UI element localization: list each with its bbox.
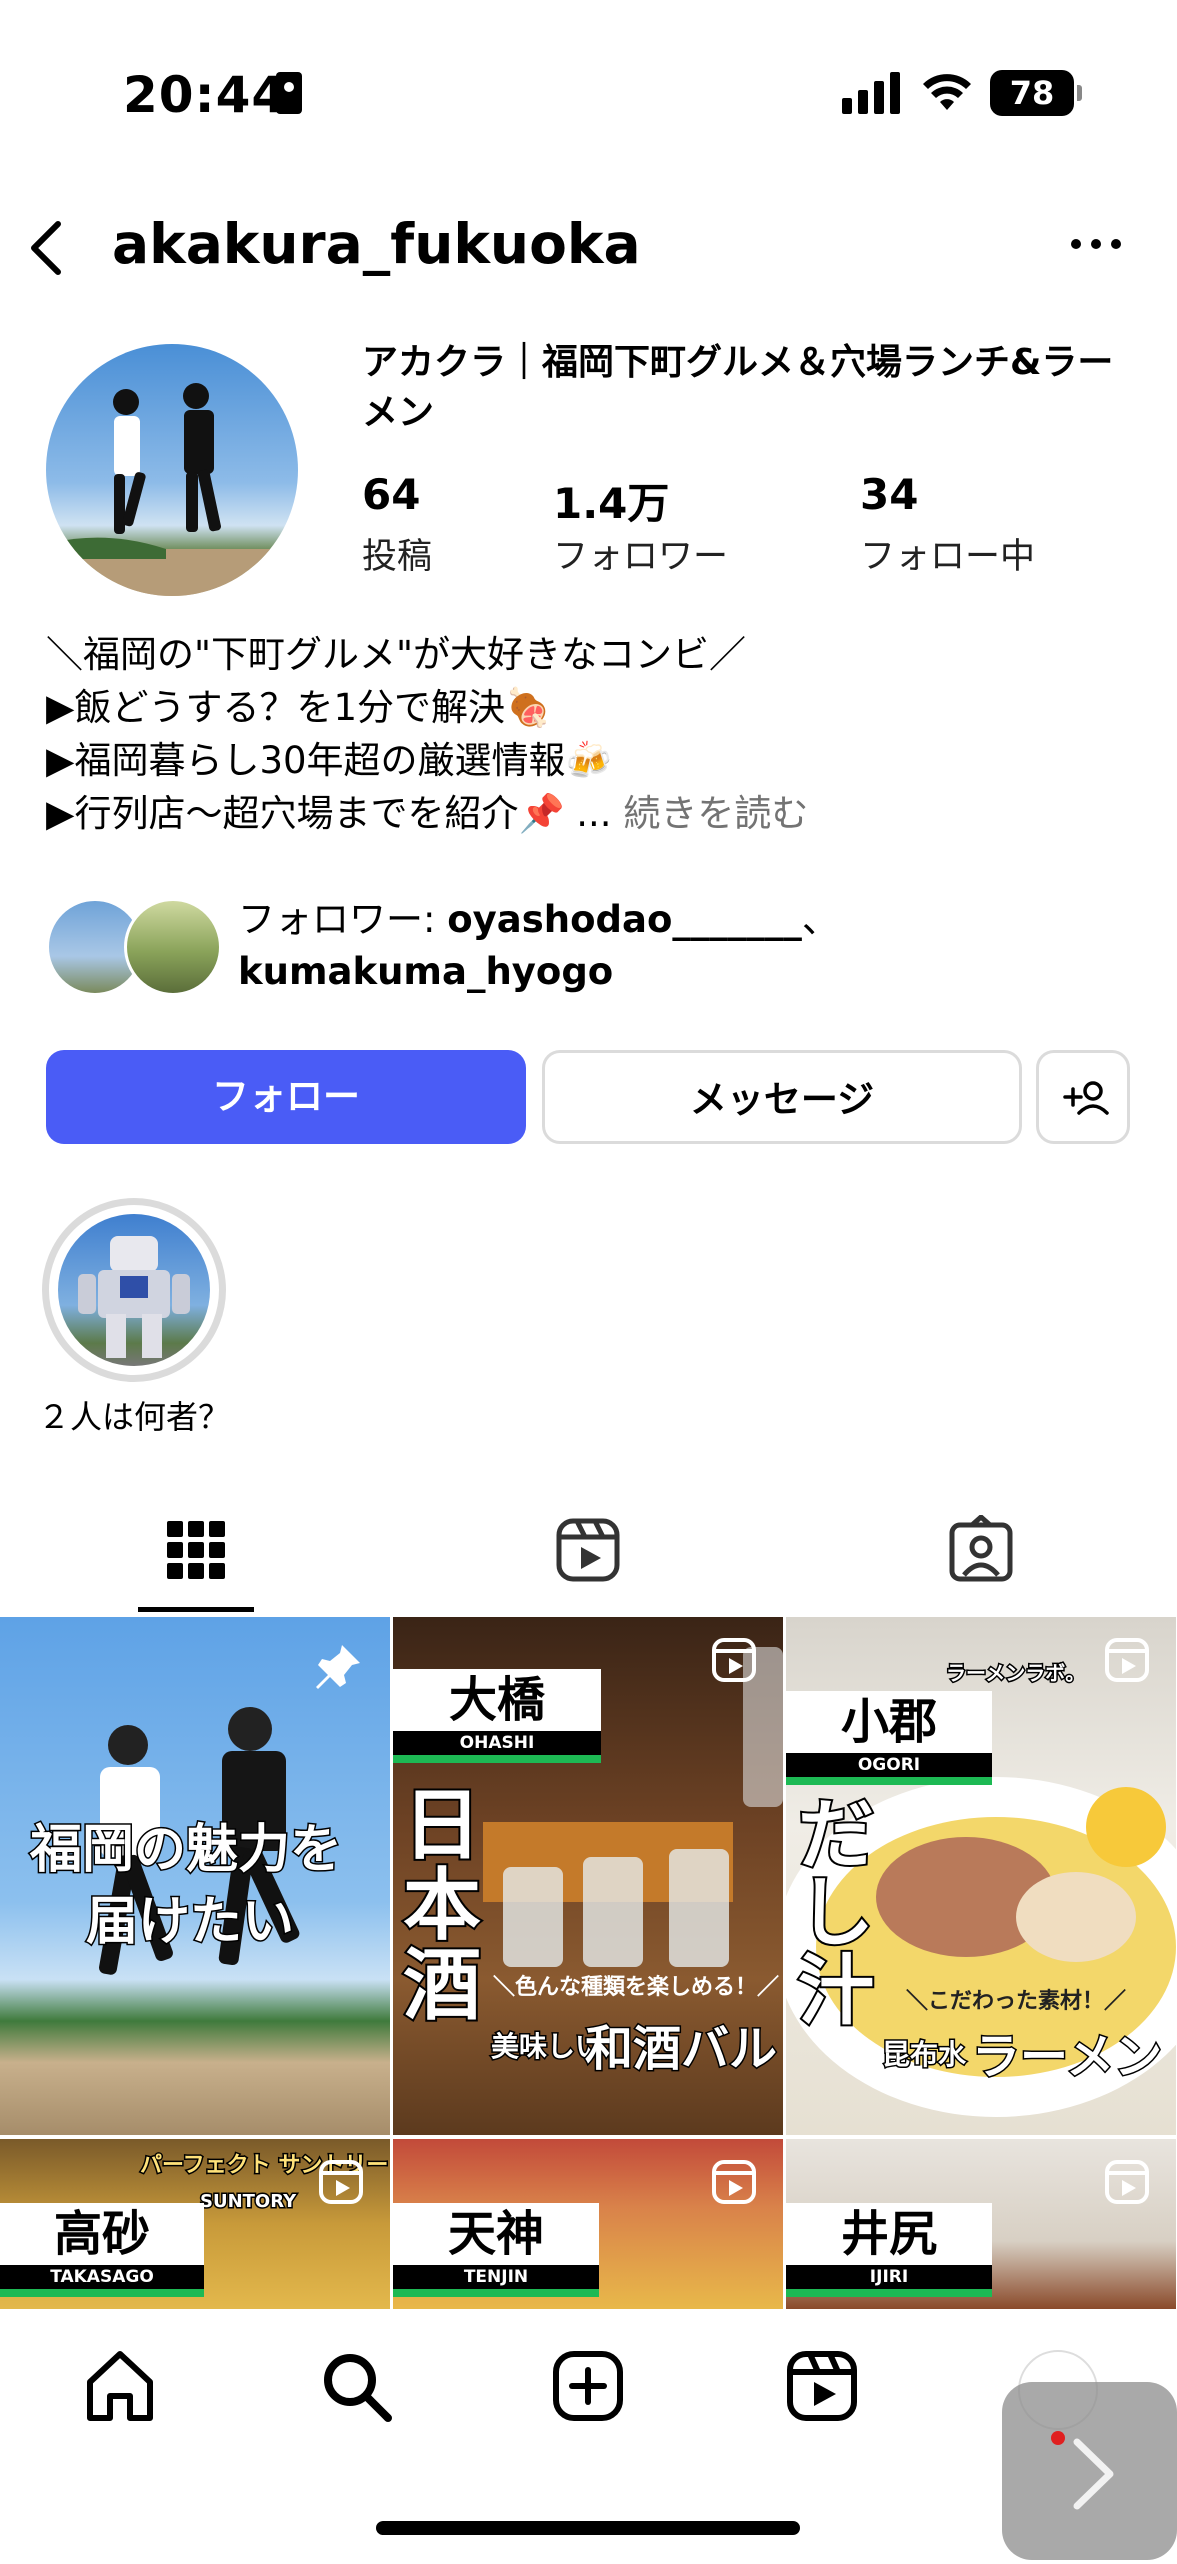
tagged-tab-icon[interactable]	[946, 1515, 1016, 1585]
mutual-follower-name[interactable]: kumakuma_hyogo	[238, 950, 613, 993]
post-tile[interactable]: 天神 TENJIN	[393, 2139, 783, 2309]
post-subcaption: ＼こだわった素材！／	[906, 1989, 1127, 2014]
post-big-text: 酒	[401, 1940, 483, 2031]
post-tile[interactable]: 福岡の魅力を 届けたい	[0, 1617, 390, 2135]
reel-badge-icon	[1105, 1638, 1149, 1682]
post-tagline-small: 昆布水	[880, 2037, 967, 2073]
highlight-photo	[78, 1236, 190, 1358]
profile-username: akakura_fukuoka	[112, 212, 641, 276]
post-caption: 福岡の魅力を	[28, 1819, 343, 1882]
followers-label[interactable]: フォロワー	[553, 528, 728, 579]
location-jp: 小郡	[840, 1694, 937, 1750]
posts-label[interactable]: 投稿	[362, 528, 432, 579]
mutual-separator: 、	[801, 898, 839, 941]
location-plate: 井尻 IJIRI	[786, 2203, 992, 2297]
followers-count[interactable]: 1.4万	[553, 470, 669, 531]
chevron-right-icon	[1051, 2431, 1114, 2510]
location-en: OHASHI	[393, 1731, 601, 1755]
create-post-icon[interactable]	[548, 2346, 628, 2426]
bio-line: ＼福岡の"下町グルメ"が大好きなコンビ／	[46, 633, 747, 676]
mutual-follower-name[interactable]: oyashodao_______	[447, 898, 802, 941]
mutual-followers-text[interactable]: フォロワー: oyashodao_______、 kumakuma_hyogo	[238, 894, 1138, 998]
reel-badge-icon	[1105, 2160, 1149, 2204]
location-plate: 大橋 OHASHI	[393, 1669, 601, 1763]
avatar-photo	[46, 383, 298, 596]
location-jp: 高砂	[53, 2206, 150, 2262]
location-plate: 天神 TENJIN	[393, 2203, 599, 2297]
pinned-icon	[316, 1645, 360, 1689]
location-plate: 高砂 TAKASAGO	[0, 2203, 204, 2297]
battery-indicator: 78	[990, 70, 1082, 116]
location-en: OGORI	[786, 1753, 992, 1777]
post-tile[interactable]: 井尻 IJIRI	[786, 2139, 1176, 2309]
reels-tab-icon[interactable]	[553, 1515, 623, 1585]
post-tile[interactable]: ラーメンラボ。 小郡 OGORI だ し 汁 ＼こだわった素材！／ 昆布水 ラー…	[786, 1617, 1176, 2135]
shop-brand: SUNTORY	[198, 2190, 297, 2214]
message-button[interactable]: メッセージ	[542, 1050, 1022, 1144]
bio-line: ▶飯どうする？を1分で解決🍖	[46, 686, 552, 729]
location-jp: 天神	[447, 2206, 544, 2262]
location-jp: 井尻	[840, 2206, 937, 2262]
post-tagline: 和酒バル	[583, 2020, 778, 2079]
profile-bio: ＼福岡の"下町グルメ"が大好きなコンビ／ ▶飯どうする？を1分で解決🍖 ▶福岡暮…	[46, 628, 1136, 840]
active-tab-indicator	[138, 1607, 254, 1612]
location-en: TAKASAGO	[0, 2265, 204, 2289]
bio-line: ▶福岡暮らし30年超の厳選情報🍻	[46, 739, 612, 782]
post-big-text: 本	[401, 1860, 483, 1951]
reels-nav-icon[interactable]	[782, 2346, 862, 2426]
home-indicator	[376, 2521, 800, 2535]
following-count[interactable]: 34	[860, 470, 918, 519]
post-subcaption: ＼色んな種類を楽しめる！／	[493, 1975, 780, 2000]
posts-count[interactable]: 64	[362, 470, 420, 519]
cellular-signal-icon	[842, 72, 900, 114]
grid-tab-icon[interactable]	[161, 1515, 231, 1585]
location-en: TENJIN	[393, 2265, 599, 2289]
sim-card-icon	[276, 72, 302, 114]
search-icon[interactable]	[316, 2346, 396, 2426]
location-jp: 大橋	[448, 1672, 545, 1728]
home-icon[interactable]	[80, 2346, 160, 2426]
post-big-text: だ	[796, 1790, 876, 1879]
mutual-avatar	[124, 898, 222, 996]
post-big-text: し	[796, 1868, 876, 1957]
mutual-prefix: フォロワー:	[238, 898, 448, 941]
post-big-text: 日	[401, 1780, 483, 1871]
add-person-icon	[1063, 1081, 1109, 1115]
post-big-text: 汁	[796, 1946, 876, 2035]
post-tagline: ラーメン	[970, 2028, 1163, 2087]
suggested-users-button[interactable]	[1036, 1050, 1130, 1144]
location-en: IJIRI	[786, 2265, 992, 2289]
bio-line: ▶行列店〜超穴場までを紹介📌 ...	[46, 792, 612, 835]
more-options-icon[interactable]	[1068, 232, 1124, 256]
highlight-label[interactable]: ２人は何者？	[0, 1392, 268, 1438]
reel-badge-icon	[712, 2160, 756, 2204]
reel-badge-icon	[319, 2160, 363, 2204]
highlight-cover[interactable]	[58, 1214, 210, 1366]
profile-avatar[interactable]	[46, 344, 298, 596]
reel-badge-icon	[712, 1638, 756, 1682]
post-caption: 届けたい	[84, 1891, 295, 1954]
profile-display-name: アカクラ｜福岡下町グルメ＆穴場ランチ&ラーメン	[362, 342, 1114, 433]
shop-brand: ラーメンラボ。	[944, 1660, 1086, 1687]
read-more-link[interactable]: 続きを読む	[623, 792, 808, 835]
back-arrow-icon[interactable]	[22, 218, 72, 278]
following-label[interactable]: フォロー中	[860, 528, 1035, 579]
mutual-followers-avatars[interactable]	[46, 898, 222, 996]
location-plate: 小郡 OGORI	[786, 1691, 992, 1785]
assistive-touch-button[interactable]	[1002, 2382, 1177, 2560]
status-time: 20:44	[123, 66, 288, 124]
post-tile[interactable]: 大橋 OHASHI 日 本 酒 ＼色んな種類を楽しめる！／ 美味しい 和酒バル	[393, 1617, 783, 2135]
wifi-icon	[923, 74, 971, 110]
post-tile[interactable]: パーフェクト サントリービール SUNTORY 高砂 TAKASAGO	[0, 2139, 390, 2309]
follow-button[interactable]: フォロー	[46, 1050, 526, 1144]
